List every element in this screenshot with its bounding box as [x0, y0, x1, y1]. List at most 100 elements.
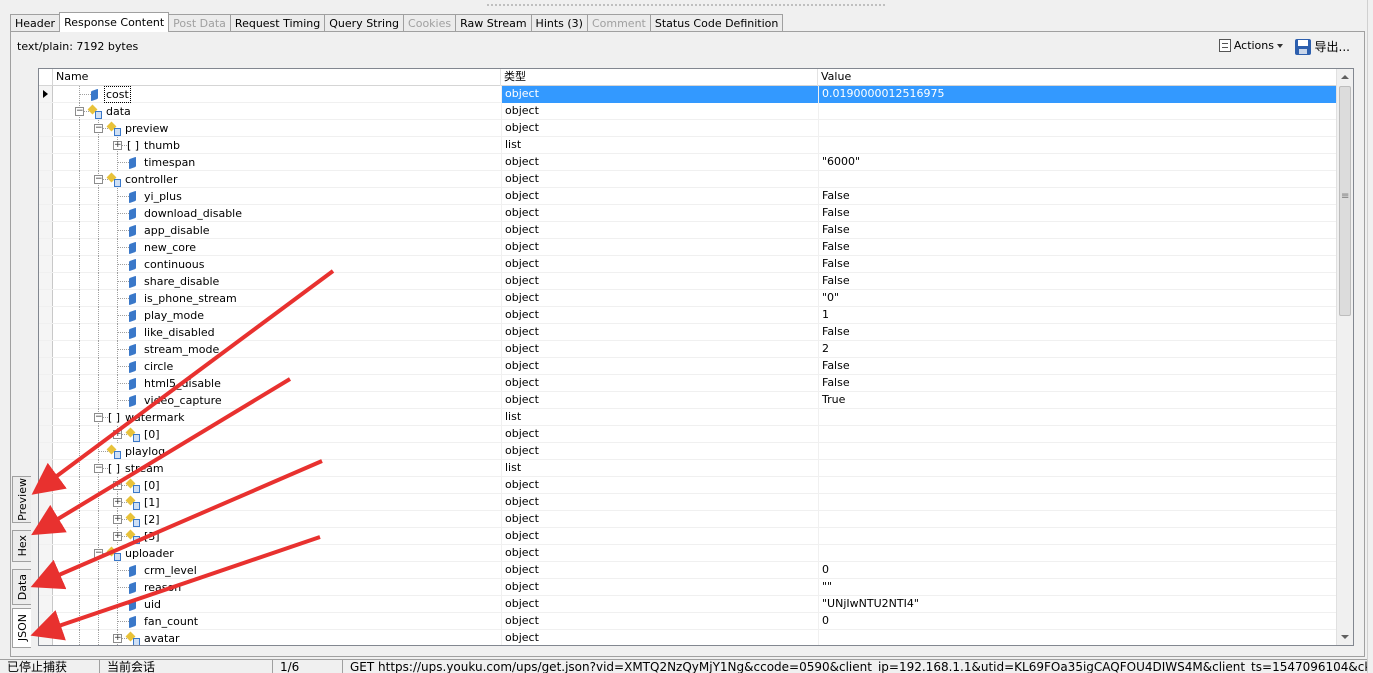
tree-row[interactable]: playlog object: [39, 443, 1337, 460]
cell-name[interactable]: + [3]: [53, 528, 501, 545]
tab-json[interactable]: JSON: [12, 608, 31, 648]
row-header[interactable]: [39, 307, 53, 323]
cell-type[interactable]: object: [501, 205, 818, 222]
cell-type[interactable]: object: [501, 358, 818, 375]
cell-name[interactable]: − controller: [53, 171, 501, 188]
cell-name[interactable]: −[ ] stream: [53, 460, 501, 477]
cell-value[interactable]: False: [818, 222, 1337, 239]
tree-row[interactable]: − controller object: [39, 171, 1337, 188]
scroll-down-icon[interactable]: [1341, 635, 1349, 639]
tree-row[interactable]: −[ ] watermark list: [39, 409, 1337, 426]
row-header[interactable]: [39, 256, 53, 272]
cell-value[interactable]: [818, 630, 1337, 645]
cell-name[interactable]: app_disable: [53, 222, 501, 239]
cell-type[interactable]: object: [501, 562, 818, 579]
collapse-icon[interactable]: −: [94, 464, 103, 473]
cell-value[interactable]: True: [818, 392, 1337, 409]
cell-value[interactable]: False: [818, 205, 1337, 222]
cell-name[interactable]: + [1]: [53, 494, 501, 511]
cell-type[interactable]: object: [501, 256, 818, 273]
cell-value[interactable]: [818, 460, 1337, 477]
row-header[interactable]: [39, 171, 53, 187]
cell-type[interactable]: object: [501, 290, 818, 307]
collapse-icon[interactable]: −: [94, 549, 103, 558]
row-header[interactable]: [39, 188, 53, 204]
expand-icon[interactable]: +: [113, 498, 122, 507]
cell-value[interactable]: [818, 443, 1337, 460]
cell-type[interactable]: object: [501, 392, 818, 409]
cell-type[interactable]: object: [501, 494, 818, 511]
cell-value[interactable]: [818, 137, 1337, 154]
cell-value[interactable]: 0: [818, 613, 1337, 630]
row-header[interactable]: [39, 358, 53, 374]
tab-response-content[interactable]: Response Content: [59, 12, 170, 32]
cell-type[interactable]: object: [501, 273, 818, 290]
cell-value[interactable]: [818, 171, 1337, 188]
cell-type[interactable]: object: [501, 596, 818, 613]
row-header[interactable]: [39, 205, 53, 221]
cell-type[interactable]: object: [501, 426, 818, 443]
cell-value[interactable]: [818, 409, 1337, 426]
row-header[interactable]: [39, 511, 53, 527]
tree-row[interactable]: −[ ] stream list: [39, 460, 1337, 477]
cell-type[interactable]: object: [501, 154, 818, 171]
tab-header[interactable]: Header: [10, 14, 61, 32]
cell-name[interactable]: video_capture: [53, 392, 501, 409]
cell-value[interactable]: [818, 426, 1337, 443]
tab-hex[interactable]: Hex: [12, 530, 31, 562]
cell-value[interactable]: "6000": [818, 154, 1337, 171]
tree-row[interactable]: reason object "": [39, 579, 1337, 596]
row-header[interactable]: [39, 392, 53, 408]
cell-type[interactable]: object: [501, 443, 818, 460]
tree-row[interactable]: − preview object: [39, 120, 1337, 137]
row-header[interactable]: [39, 426, 53, 442]
scroll-thumb[interactable]: [1339, 86, 1351, 316]
cell-type[interactable]: object: [501, 324, 818, 341]
tab-request-timing[interactable]: Request Timing: [229, 14, 326, 32]
cell-type[interactable]: object: [501, 103, 818, 120]
row-header[interactable]: [39, 324, 53, 340]
scroll-up-icon[interactable]: [1341, 75, 1349, 79]
cell-name[interactable]: fan_count: [53, 613, 501, 630]
cell-name[interactable]: + [2]: [53, 511, 501, 528]
tab-status-code-definition[interactable]: Status Code Definition: [649, 14, 784, 32]
tree-row[interactable]: − data object: [39, 103, 1337, 120]
cell-value[interactable]: [818, 477, 1337, 494]
cell-name[interactable]: new_core: [53, 239, 501, 256]
cell-type[interactable]: list: [501, 409, 818, 426]
cell-value[interactable]: [818, 120, 1337, 137]
capture-status[interactable]: 已停止捕获: [0, 660, 100, 673]
cell-type[interactable]: object: [501, 341, 818, 358]
cell-value[interactable]: "": [818, 579, 1337, 596]
cell-type[interactable]: object: [501, 511, 818, 528]
row-header[interactable]: [39, 341, 53, 357]
expand-icon[interactable]: +: [113, 141, 122, 150]
tree-row[interactable]: + [1] object: [39, 494, 1337, 511]
cell-name[interactable]: stream_mode: [53, 341, 501, 358]
tree-row[interactable]: html5_disable object False: [39, 375, 1337, 392]
tree-row[interactable]: yi_plus object False: [39, 188, 1337, 205]
cell-type[interactable]: object: [501, 188, 818, 205]
cell-type[interactable]: object: [501, 86, 818, 103]
row-header[interactable]: [39, 630, 53, 645]
cell-name[interactable]: download_disable: [53, 205, 501, 222]
vertical-scrollbar[interactable]: [1336, 69, 1353, 645]
row-header[interactable]: [39, 562, 53, 578]
tree-row[interactable]: is_phone_stream object "0": [39, 290, 1337, 307]
cell-type[interactable]: object: [501, 545, 818, 562]
cell-value[interactable]: 0: [818, 562, 1337, 579]
row-header[interactable]: [39, 290, 53, 306]
cell-name[interactable]: + [0]: [53, 426, 501, 443]
row-header[interactable]: [39, 120, 53, 136]
cell-value[interactable]: False: [818, 188, 1337, 205]
collapse-icon[interactable]: −: [94, 413, 103, 422]
cell-name[interactable]: circle: [53, 358, 501, 375]
row-header[interactable]: [39, 596, 53, 612]
cell-type[interactable]: object: [501, 613, 818, 630]
cell-value[interactable]: False: [818, 358, 1337, 375]
cell-name[interactable]: + avatar: [53, 630, 501, 645]
cell-name[interactable]: −[ ] watermark: [53, 409, 501, 426]
row-header[interactable]: [39, 86, 53, 102]
cell-type[interactable]: object: [501, 307, 818, 324]
tab-raw-stream[interactable]: Raw Stream: [455, 14, 532, 32]
